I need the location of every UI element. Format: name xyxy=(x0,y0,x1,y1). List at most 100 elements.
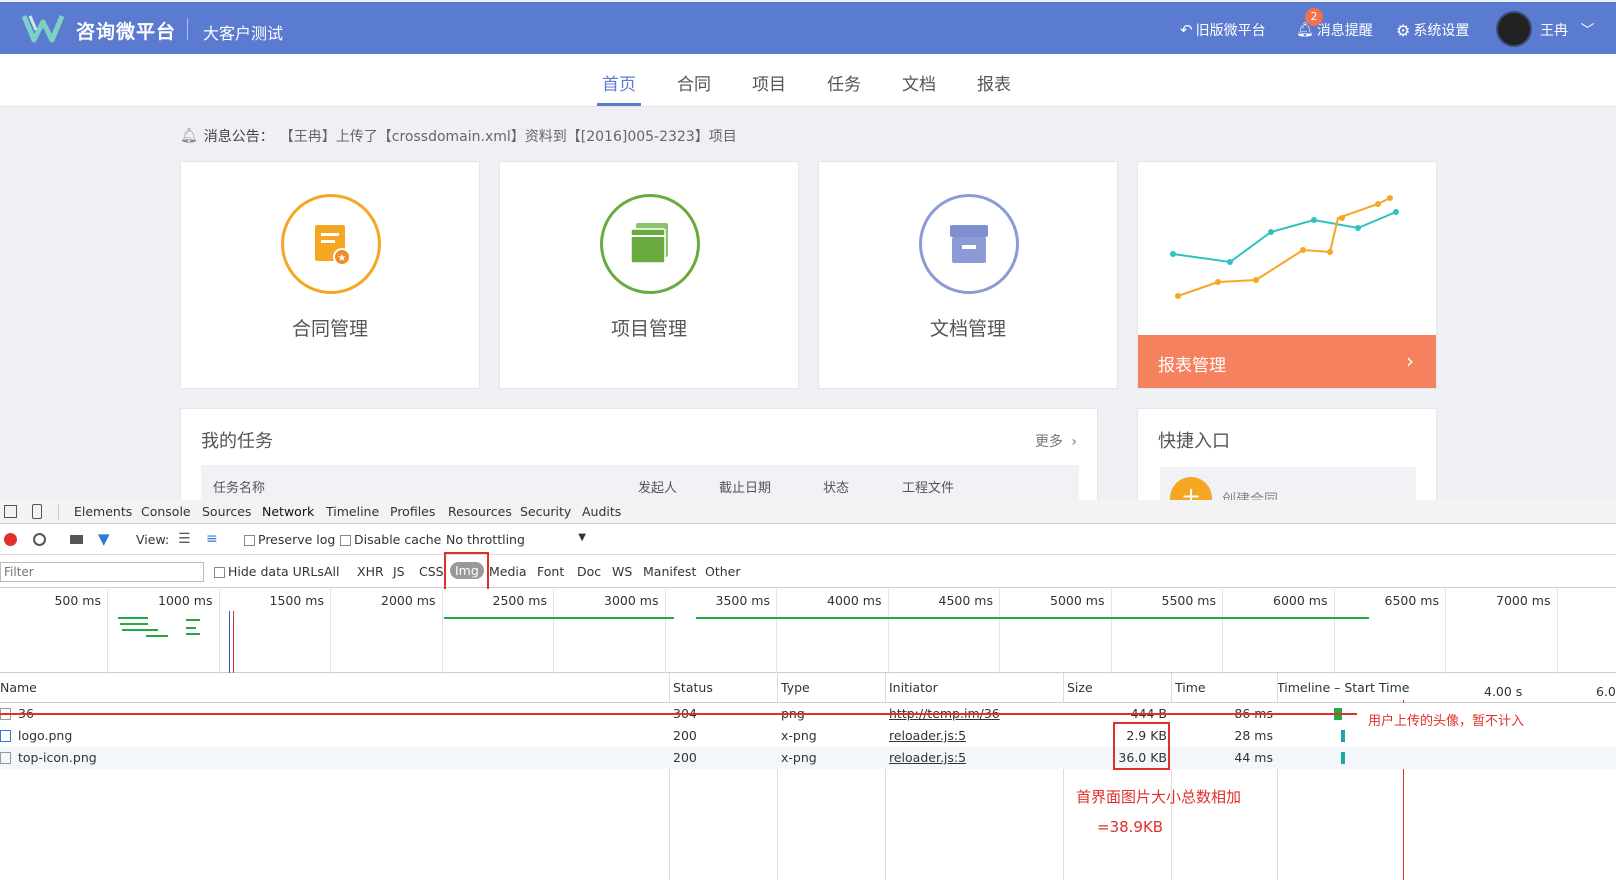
disable-cache-label: Disable cache xyxy=(354,532,442,547)
filter-ws[interactable]: WS xyxy=(612,564,632,579)
overview-gridline xyxy=(999,589,1000,673)
report-bar[interactable]: 报表管理 › xyxy=(1138,335,1436,388)
nav-reports[interactable]: 报表 xyxy=(977,70,1011,95)
record-icon[interactable] xyxy=(4,533,17,546)
tab-timeline[interactable]: Timeline xyxy=(326,504,379,519)
inspect-element-icon[interactable] xyxy=(4,505,17,518)
device-mode-icon[interactable] xyxy=(32,504,42,519)
tab-sources[interactable]: Sources xyxy=(202,504,251,519)
contract-management-card[interactable]: ★ 合同管理 xyxy=(180,161,480,389)
timeline-tick: 6.00 xyxy=(1596,684,1616,699)
user-menu[interactable]: 王冉 ﹀ xyxy=(1540,20,1594,40)
project-folder-icon xyxy=(630,223,668,264)
panel-title: 快捷入口 xyxy=(1158,431,1230,452)
request-row[interactable]: top-icon.png 200 x-png reloader.js:5 36.… xyxy=(0,747,1616,769)
report-management-card[interactable]: 报表管理 › xyxy=(1137,161,1437,389)
column-header-status[interactable]: Status xyxy=(673,680,713,695)
column-header-timeline[interactable]: Timeline – Start Time xyxy=(1277,680,1409,695)
nav-documents[interactable]: 文档 xyxy=(902,70,936,95)
list-view-icon[interactable]: ☰ xyxy=(178,531,191,547)
filter-all[interactable]: All xyxy=(324,564,340,579)
filter-media[interactable]: Media xyxy=(489,564,527,579)
nav-projects[interactable]: 项目 xyxy=(752,70,786,95)
shortcut-label: 创建合同 xyxy=(1222,492,1278,500)
contract-icon-circle: ★ xyxy=(281,194,381,294)
preserve-log-checkbox[interactable]: Preserve log xyxy=(244,532,335,547)
filter-js[interactable]: JS xyxy=(393,564,405,579)
filter-icon[interactable]: ▼ xyxy=(98,530,110,548)
settings-link[interactable]: ⚙ 系统设置 xyxy=(1396,20,1469,40)
view-label: View: xyxy=(136,532,170,547)
brand-name: 咨询微平台 xyxy=(76,21,177,43)
overview-tick-label: 500 ms xyxy=(54,593,101,608)
preserve-log-label: Preserve log xyxy=(258,532,336,547)
camera-icon[interactable] xyxy=(70,535,83,544)
column-header-name[interactable]: Name xyxy=(0,680,37,695)
overview-bar xyxy=(120,623,148,625)
hide-data-urls-checkbox[interactable]: Hide data URLs xyxy=(214,564,324,579)
request-type: x-png xyxy=(781,750,817,765)
project-icon-circle xyxy=(600,194,700,294)
column-header-time[interactable]: Time xyxy=(1175,680,1206,695)
filter-other[interactable]: Other xyxy=(705,564,741,579)
tab-audits[interactable]: Audits xyxy=(582,504,621,519)
announcement-text[interactable]: 【王冉】上传了【crossdomain.xml】资料到【[2016]005-23… xyxy=(280,126,737,146)
column-header: 截止日期 xyxy=(719,481,772,496)
strikethrough-line xyxy=(0,713,1357,715)
tab-security[interactable]: Security xyxy=(520,504,571,519)
tab-profiles[interactable]: Profiles xyxy=(390,504,435,519)
tab-network[interactable]: Network xyxy=(262,504,314,519)
overview-gridline xyxy=(1110,589,1112,673)
overview-tick-label: 1000 ms xyxy=(158,593,213,608)
project-management-card[interactable]: 项目管理 xyxy=(499,161,799,389)
column-header: 状态 xyxy=(823,481,850,496)
requests-table-header: Name Status Type Initiator Size Time Tim… xyxy=(0,673,1616,703)
avatar[interactable] xyxy=(1496,11,1532,47)
request-type: x-png xyxy=(781,728,817,743)
filter-input[interactable] xyxy=(0,562,204,582)
main-nav: 首页 合同 项目 任务 文档 报表 xyxy=(0,54,1616,107)
column-header-type[interactable]: Type xyxy=(781,680,810,695)
tab-elements[interactable]: Elements xyxy=(74,504,132,519)
clear-icon[interactable] xyxy=(33,533,46,546)
filter-doc[interactable]: Doc xyxy=(577,564,601,579)
more-link[interactable]: 更多 › xyxy=(1035,431,1077,451)
brand-divider xyxy=(187,18,188,40)
throttling-select[interactable]: No throttling ▼ xyxy=(442,530,592,550)
overview-gridline xyxy=(664,589,666,673)
notifications-label: 消息提醒 xyxy=(1316,23,1373,39)
overview-gridline xyxy=(1445,589,1446,673)
waterfall-view-icon[interactable]: ≡ xyxy=(206,531,218,547)
nav-home[interactable]: 首页 xyxy=(602,70,636,95)
tab-resources[interactable]: Resources xyxy=(448,504,512,519)
filter-font[interactable]: Font xyxy=(537,564,564,579)
request-initiator[interactable]: reloader.js:5 xyxy=(889,728,966,743)
overview-tick-label: 2000 ms xyxy=(381,593,436,608)
filter-css[interactable]: CSS xyxy=(419,564,444,579)
panel-title: 我的任务 xyxy=(201,431,273,452)
old-version-link[interactable]: ↶ 旧版微平台 xyxy=(1180,20,1266,40)
document-management-card[interactable]: 文档管理 xyxy=(818,161,1118,389)
nav-contracts[interactable]: 合同 xyxy=(677,70,711,95)
create-contract-shortcut[interactable]: + 创建合同 xyxy=(1160,467,1416,500)
filter-xhr[interactable]: XHR xyxy=(357,564,384,579)
settings-label: 系统设置 xyxy=(1413,23,1470,39)
disable-cache-checkbox[interactable]: Disable cache xyxy=(340,532,441,547)
timeline-bar xyxy=(1341,752,1345,764)
request-initiator[interactable]: reloader.js:5 xyxy=(889,750,966,765)
my-tasks-panel: 我的任务 更多 › 任务名称 发起人 截止日期 状态 工程文件 xyxy=(180,408,1098,500)
overview-tick-label: 5000 ms xyxy=(1050,593,1105,608)
logo-icon xyxy=(22,15,64,43)
overview-gridline xyxy=(330,589,331,673)
dropdown-arrow-icon: ▼ xyxy=(578,532,586,543)
notification-count-badge: 2 xyxy=(1305,8,1323,26)
filter-manifest[interactable]: Manifest xyxy=(643,564,696,579)
document-icon-circle xyxy=(919,194,1019,294)
overview-bar xyxy=(186,619,200,621)
overview-tick-label: 7000 ms xyxy=(1496,593,1551,608)
column-header-size[interactable]: Size xyxy=(1067,680,1093,695)
tab-console[interactable]: Console xyxy=(141,504,191,519)
nav-tasks[interactable]: 任务 xyxy=(827,70,861,95)
overview-tick-label: 2500 ms xyxy=(492,593,547,608)
column-header-initiator[interactable]: Initiator xyxy=(889,680,938,695)
